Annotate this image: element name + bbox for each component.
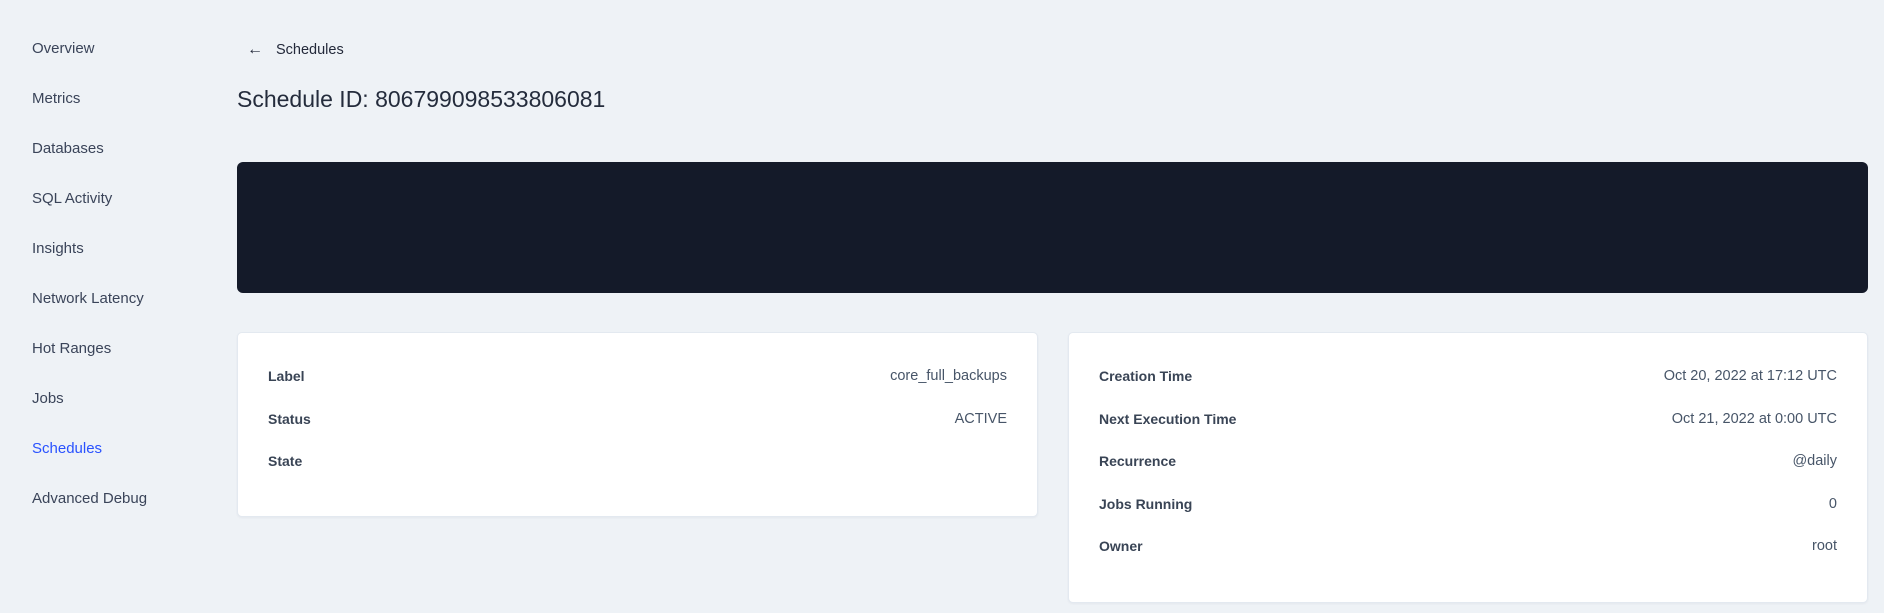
detail-label: Recurrence xyxy=(1099,453,1177,470)
detail-label: Next Execution Time xyxy=(1099,410,1237,427)
back-link-label: Schedules xyxy=(276,42,344,58)
detail-row: Next Execution Time Oct 21, 2022 at 0:00… xyxy=(1099,398,1837,441)
detail-row: Jobs Running 0 xyxy=(1099,483,1837,526)
detail-row: Recurrence @daily xyxy=(1099,440,1837,483)
schedule-details-card: Label core_full_backups Status ACTIVE St… xyxy=(237,332,1038,517)
detail-row: Owner root xyxy=(1099,525,1837,568)
sidebar-item-advanced-debug[interactable]: Advanced Debug xyxy=(32,473,237,523)
detail-label: Status xyxy=(268,410,311,427)
sidebar-item-network-latency[interactable]: Network Latency xyxy=(32,273,237,323)
sidebar-item-label: Jobs xyxy=(32,389,64,407)
detail-label: Owner xyxy=(1099,538,1143,555)
detail-value: core_full_backups xyxy=(890,368,1007,385)
detail-row: State xyxy=(268,440,1007,483)
detail-value: Oct 20, 2022 at 17:12 UTC xyxy=(1663,368,1837,385)
sidebar-item-label: Databases xyxy=(32,139,104,157)
detail-value: ACTIVE xyxy=(954,410,1007,427)
sidebar-item-jobs[interactable]: Jobs xyxy=(32,373,237,423)
back-to-schedules-link[interactable]: ← Schedules xyxy=(247,40,344,60)
detail-label: Jobs Running xyxy=(1099,495,1193,512)
sidebar-item-insights[interactable]: Insights xyxy=(32,223,237,273)
execution-details-card: Creation Time Oct 20, 2022 at 17:12 UTC … xyxy=(1068,332,1868,603)
sidebar-item-schedules[interactable]: Schedules xyxy=(32,423,237,473)
page-title: Schedule ID: 806799098533806081 xyxy=(237,86,606,112)
sidebar-item-label: Overview xyxy=(32,39,95,57)
detail-value: @daily xyxy=(1792,453,1837,470)
detail-cards-row: Label core_full_backups Status ACTIVE St… xyxy=(237,332,1868,603)
detail-row: Label core_full_backups xyxy=(268,355,1007,398)
main-content: ← Schedules Schedule ID: 806799098533806… xyxy=(237,0,1884,613)
detail-row: Status ACTIVE xyxy=(268,398,1007,441)
sidebar-item-label: Advanced Debug xyxy=(32,489,148,507)
sidebar-item-label: Network Latency xyxy=(32,289,144,307)
sidebar-item-label: Metrics xyxy=(32,89,81,107)
detail-row: Creation Time Oct 20, 2022 at 17:12 UTC xyxy=(1099,355,1837,398)
schedule-statement-code-block xyxy=(237,162,1868,293)
detail-label: State xyxy=(268,453,303,470)
sidebar-item-overview[interactable]: Overview xyxy=(32,23,237,73)
detail-value: root xyxy=(1812,538,1837,555)
sidebar-item-label: SQL Activity xyxy=(32,189,113,207)
sidebar-item-label: Schedules xyxy=(32,439,103,457)
detail-value: Oct 21, 2022 at 0:00 UTC xyxy=(1671,410,1837,427)
sidebar-item-hot-ranges[interactable]: Hot Ranges xyxy=(32,323,237,373)
schedule-details-page: Overview Metrics Databases SQL Activity … xyxy=(0,0,1884,613)
sidebar-item-databases[interactable]: Databases xyxy=(32,123,237,173)
sidebar-item-label: Hot Ranges xyxy=(32,339,112,357)
detail-label: Creation Time xyxy=(1099,368,1193,385)
detail-label: Label xyxy=(268,368,305,385)
sidebar-item-label: Insights xyxy=(32,239,84,257)
arrow-left-icon: ← xyxy=(247,41,263,58)
sidebar-item-metrics[interactable]: Metrics xyxy=(32,73,237,123)
detail-value: 0 xyxy=(1828,495,1837,512)
sidebar-item-sql-activity[interactable]: SQL Activity xyxy=(32,173,237,223)
sidebar-nav: Overview Metrics Databases SQL Activity … xyxy=(0,0,237,613)
